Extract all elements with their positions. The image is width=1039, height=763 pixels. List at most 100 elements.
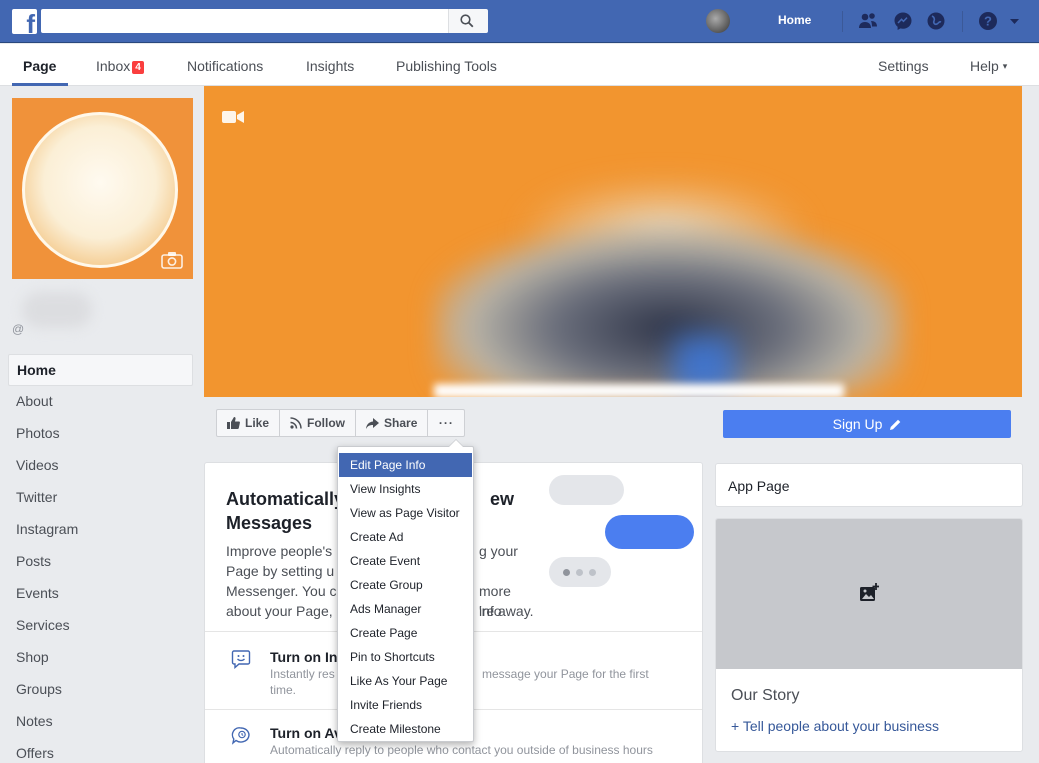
menu-item-create-page[interactable]: Create Page (338, 621, 473, 645)
tab-insights[interactable]: Insights (306, 58, 354, 74)
feature-desc-line-tail: message your Page for the first (482, 667, 649, 681)
notifications-globe-icon[interactable] (926, 11, 946, 31)
sidebar-item-shop[interactable]: Shop (8, 642, 193, 674)
promo-text-line: Messenger. You c (226, 583, 337, 599)
share-button[interactable]: Share (355, 409, 429, 437)
chat-bubble-illustration (605, 515, 694, 549)
home-link[interactable]: Home (778, 13, 811, 27)
add-photo-icon (860, 583, 879, 601)
profile-image (22, 112, 178, 268)
promo-text-line-tail: 're away. (479, 603, 534, 619)
typing-dot (563, 569, 570, 576)
profile-picture[interactable] (12, 98, 193, 279)
menu-item-edit-page-info[interactable]: Edit Page Info (339, 453, 472, 477)
app-page-label: App Page (728, 478, 790, 494)
our-story-card: Our Story + Tell people about your busin… (715, 518, 1023, 752)
feature-desc-line: Instantly res (270, 667, 335, 681)
page-username[interactable]: @ (12, 322, 24, 336)
sidebar-item-events[interactable]: Events (8, 578, 193, 610)
sidebar-item-posts[interactable]: Posts (8, 546, 193, 578)
divider (962, 11, 963, 32)
menu-item-ads-manager[interactable]: Ads Manager (338, 597, 473, 621)
promo-title-line2: Messages (226, 513, 313, 533)
feature-desc-instant-reply: Instantly res message your Page for the f… (270, 666, 680, 698)
feature-desc-line: time. (270, 683, 297, 697)
user-avatar[interactable] (706, 9, 730, 33)
like-button[interactable]: Like (216, 409, 281, 437)
promo-title-line1: Automatically (226, 489, 345, 509)
sidebar-item-about[interactable]: About (8, 386, 193, 418)
sidebar-item-notes[interactable]: Notes (8, 706, 193, 738)
tab-publishing-tools[interactable]: Publishing Tools (396, 58, 497, 74)
sign-up-button[interactable]: Sign Up (723, 410, 1011, 438)
story-image-placeholder[interactable] (716, 519, 1022, 669)
divider (842, 11, 843, 32)
sidebar-item-home[interactable]: Home (8, 354, 193, 386)
promo-title-tail: ew (490, 489, 515, 509)
page-action-bar: Like Follow Share ··· (216, 409, 466, 437)
share-label: Share (384, 416, 418, 430)
page-nav: Page Inbox 4 Notifications Insights Publi… (0, 44, 1039, 86)
camera-icon[interactable] (161, 251, 183, 269)
sidebar-item-offers[interactable]: Offers (8, 738, 193, 763)
cover-photo[interactable] (204, 86, 1022, 397)
tell-people-link[interactable]: + Tell people about your business (731, 718, 939, 734)
help-icon[interactable]: ? (978, 11, 998, 31)
promo-text-line: Improve people's (226, 543, 333, 559)
menu-item-create-event[interactable]: Create Event (338, 549, 473, 573)
search-icon (460, 14, 474, 28)
promo-text-line: about your Page, (226, 603, 333, 619)
inbox-count-badge: 4 (132, 61, 144, 74)
tab-notifications[interactable]: Notifications (187, 58, 263, 74)
cover-image-subject (434, 226, 904, 396)
menu-item-create-milestone[interactable]: Create Milestone (338, 717, 473, 741)
sign-up-label: Sign Up (832, 416, 883, 432)
menu-item-like-as-your-page[interactable]: Like As Your Page (338, 669, 473, 693)
follow-button[interactable]: Follow (279, 409, 357, 437)
tab-settings[interactable]: Settings (878, 58, 929, 74)
sidebar-item-instagram[interactable]: Instagram (8, 514, 193, 546)
feature-desc-away-message: Automatically reply to people who contac… (270, 743, 653, 757)
page-name-redacted (22, 292, 92, 328)
friend-requests-icon[interactable] (858, 11, 878, 31)
thumbs-up-icon (227, 417, 240, 429)
account-menu-caret-icon[interactable] (1010, 17, 1019, 26)
search-button[interactable] (448, 9, 488, 33)
menu-item-invite-friends[interactable]: Invite Friends (338, 693, 473, 717)
chevron-down-icon: ▾ (1002, 61, 1008, 71)
follow-label: Follow (307, 416, 346, 430)
feature-title-away-message[interactable]: Turn on Av (270, 725, 342, 741)
search-input[interactable] (41, 9, 448, 33)
sidebar-item-videos[interactable]: Videos (8, 450, 193, 482)
pencil-edit-icon[interactable] (890, 419, 901, 430)
more-options-menu: Edit Page Info View Insights View as Pag… (337, 439, 474, 742)
messenger-icon[interactable] (893, 11, 913, 31)
cover-image-detail (434, 384, 844, 397)
more-dots-icon: ··· (438, 416, 454, 430)
menu-item-pin-to-shortcuts[interactable]: Pin to Shortcuts (338, 645, 473, 669)
typing-dot (576, 569, 583, 576)
more-options-button[interactable]: ··· (427, 409, 466, 437)
tab-page[interactable]: Page (23, 58, 56, 74)
sidebar-item-groups[interactable]: Groups (8, 674, 193, 706)
facebook-logo-icon[interactable]: f (12, 9, 37, 37)
app-page-card[interactable]: App Page (715, 463, 1023, 507)
rss-follow-icon (290, 417, 302, 429)
sidebar-item-photos[interactable]: Photos (8, 418, 193, 450)
video-camera-icon[interactable] (222, 110, 244, 124)
promo-text-line: Page by setting u (226, 563, 335, 579)
menu-item-create-ad[interactable]: Create Ad (338, 525, 473, 549)
tab-inbox-label: Inbox (96, 58, 131, 74)
tab-inbox[interactable]: Inbox 4 (96, 58, 144, 74)
tab-help[interactable]: Help ▾ (970, 58, 1007, 74)
feature-title-instant-reply[interactable]: Turn on In (270, 649, 337, 665)
active-tab-indicator (12, 83, 68, 86)
svg-text:?: ? (984, 14, 992, 29)
menu-item-create-group[interactable]: Create Group (338, 573, 473, 597)
sidebar-item-twitter[interactable]: Twitter (8, 482, 193, 514)
sidebar-item-services[interactable]: Services (8, 610, 193, 642)
help-label: Help (970, 58, 999, 74)
typing-dot (589, 569, 596, 576)
menu-item-view-as-page-visitor[interactable]: View as Page Visitor (338, 501, 473, 525)
menu-item-view-insights[interactable]: View Insights (338, 477, 473, 501)
